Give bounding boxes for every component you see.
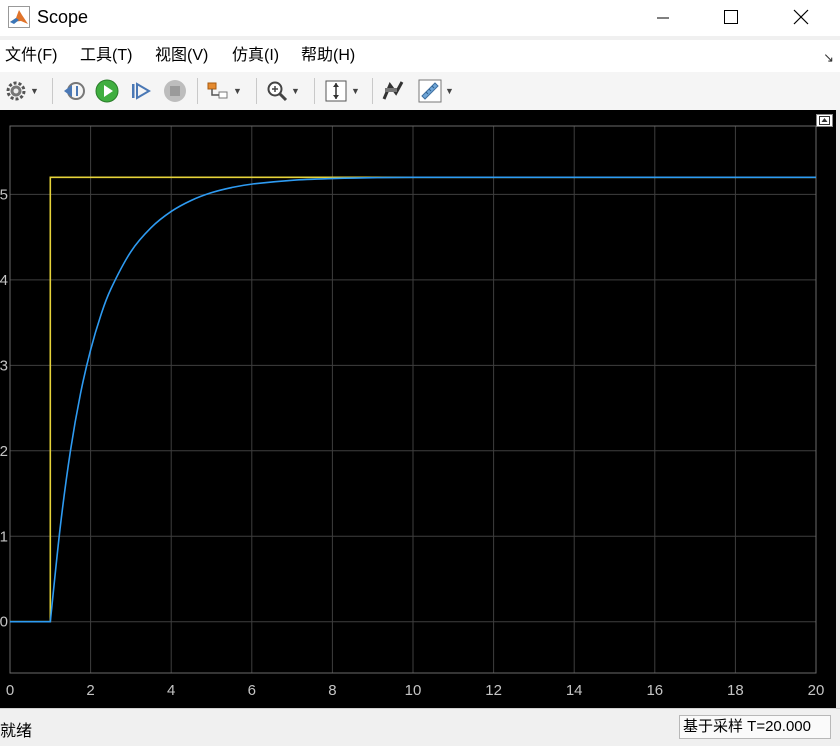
style-button[interactable] [381,78,405,104]
toolbar: ▼ ▼ ▼ ▼ ▼ [0,72,840,111]
x-tick-label: 18 [727,682,744,699]
chevron-down-icon[interactable]: ▼ [445,86,454,96]
zoom-button[interactable]: ▼ [266,78,300,104]
scope-plot-area[interactable]: 0 2 4 6 8 10 12 14 16 18 20 0 1 2 3 4 5 [0,110,836,708]
maximize-icon [724,10,738,24]
toolbar-separator [372,78,373,104]
style-icon [382,81,404,100]
measurements-button[interactable]: ▼ [418,78,454,104]
status-text: 就绪 [0,723,33,740]
step-back-button[interactable] [62,78,86,104]
x-tick-label: 6 [248,682,256,699]
y-tick-label: 4 [0,272,8,289]
scope-chart: 0 2 4 6 8 10 12 14 16 18 20012345 [0,125,825,699]
chevron-down-icon[interactable]: ▼ [351,86,360,96]
x-tick-label: 10 [405,682,422,699]
y-tick-label: 0 [0,614,8,631]
menu-help[interactable]: 帮助(H) [301,45,355,67]
highlight-block-button[interactable]: ▼ [206,78,242,104]
x-tick-label: 8 [328,682,336,699]
x-tick-label: 16 [646,682,663,699]
x-tick-label: 14 [566,682,583,699]
minimize-button[interactable] [640,0,686,34]
status-bar: 就绪 基于采样 T=20.000 [0,708,840,746]
x-tick-label: 4 [167,682,175,699]
ruler-icon [418,79,442,103]
chevron-down-icon[interactable]: ▼ [291,86,300,96]
close-icon [793,9,809,25]
y-tick-label: 5 [0,186,8,203]
menu-bar: 文件(F) 工具(T) 视图(V) 仿真(I) 帮助(H) ↘ [0,40,840,72]
scale-axes-button[interactable]: ▼ [324,78,360,104]
scale-axes-icon [325,80,347,102]
play-icon [95,79,119,103]
step-back-icon [64,82,85,100]
undock-button[interactable] [816,114,833,127]
x-tick-label: 12 [485,682,502,699]
matlab-icon [8,6,30,28]
minimize-icon [657,17,669,19]
x-tick-label: 0 [6,682,14,699]
window-title: Scope [37,7,89,27]
toolbar-separator [52,78,53,104]
title-bar: Scope [0,0,840,36]
toolbar-separator [314,78,315,104]
menu-view[interactable]: 视图(V) [155,45,208,67]
configuration-properties-button[interactable]: ▼ [5,78,39,104]
zoom-in-icon [267,81,288,102]
toolbar-separator [256,78,257,104]
y-tick-label: 1 [0,528,8,545]
undock-icon [819,116,830,125]
menu-simulation[interactable]: 仿真(I) [232,45,279,67]
step-forward-icon [132,82,151,100]
y-tick-label: 2 [0,443,8,460]
maximize-button[interactable] [708,0,754,34]
right-edge-strip [836,110,840,708]
chevron-down-icon[interactable]: ▼ [233,86,242,96]
menu-tools[interactable]: 工具(T) [80,45,132,67]
chevron-down-icon[interactable]: ▼ [30,86,39,96]
stop-icon [164,80,186,102]
highlight-block-icon [207,82,228,99]
gear-icon [6,81,26,101]
step-forward-button[interactable] [130,78,152,104]
toolbar-separator [197,78,198,104]
close-button[interactable] [778,0,824,34]
x-tick-label: 2 [86,682,94,699]
run-button[interactable] [95,78,119,104]
stop-button[interactable] [163,78,187,104]
x-tick-label: 20 [808,682,825,699]
sample-time-readout: 基于采样 T=20.000 [679,715,831,739]
dock-arrow-icon[interactable]: ↘ [823,50,834,66]
y-tick-label: 3 [0,357,8,374]
menu-file[interactable]: 文件(F) [5,45,57,67]
